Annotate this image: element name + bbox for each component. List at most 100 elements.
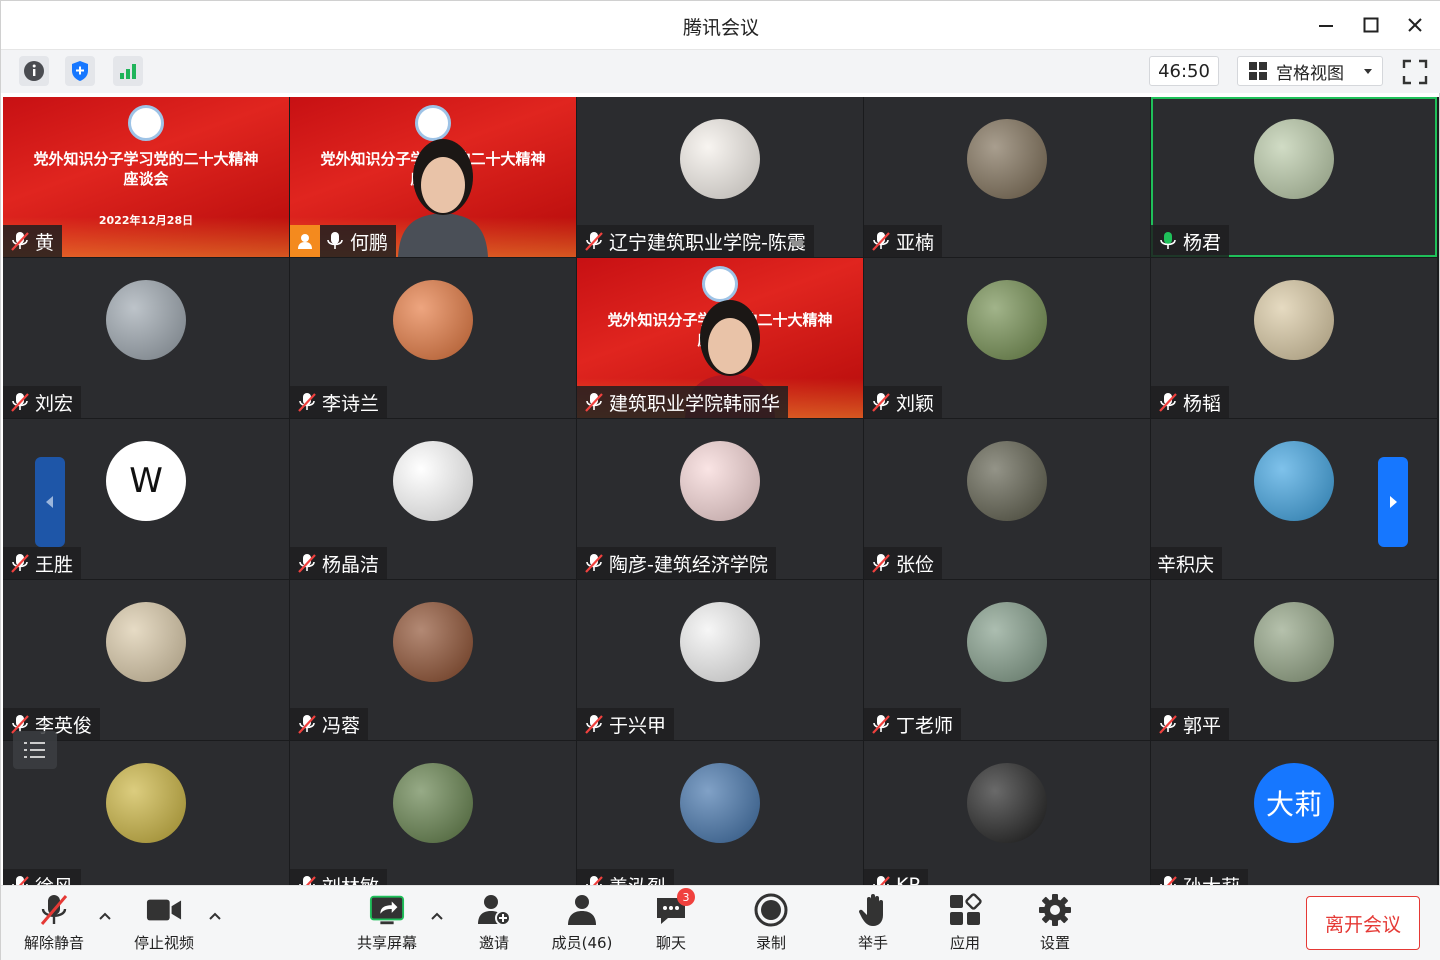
banner-title-line2: 座谈会 [123,170,169,188]
security-shield-icon[interactable] [65,56,95,86]
participant-tile[interactable]: 冯蓉 [290,580,576,740]
participant-avatar [1254,119,1334,199]
participant-tile[interactable]: 李诗兰 [290,258,576,418]
participant-tile[interactable]: 郭平 [1151,580,1437,740]
participant-tile[interactable]: 姜泓烈 [577,741,863,885]
participant-tile[interactable]: 于兴甲 [577,580,863,740]
members-icon [564,892,600,928]
participant-tile[interactable]: 党外知识分子学习党的二十大精神座谈会何鹏 [290,97,576,257]
mic-muted-icon [872,232,890,251]
participant-name: 刘颖 [896,392,935,415]
participant-name-tag: 于兴甲 [577,708,675,740]
view-mode-selector[interactable]: 宫格视图 [1237,56,1383,86]
chevron-up-icon [99,912,111,920]
mic-muted-icon [585,554,603,573]
meeting-timer: 46:50 [1149,56,1219,86]
participant-name: 陶彦-建筑经济学院 [609,553,768,576]
video-camera-icon [146,892,182,928]
participant-tile[interactable]: 党外知识分子学习党的二十大精神座谈会2022年12月28日黄 [3,97,289,257]
chat-unread-badge: 3 [677,888,695,906]
participant-name: 张俭 [896,553,935,576]
share-screen-label: 共享屏幕 [356,934,417,952]
participant-tile[interactable]: 党外知识分子学习党的二十大精神座谈会建筑职业学院韩丽华 [577,258,863,418]
chevron-up-icon [209,912,221,920]
mic-muted-icon [11,554,29,573]
maximize-button[interactable] [1356,11,1386,39]
participant-name-tag: KP [864,869,928,885]
participant-avatar [1254,280,1334,360]
mic-muted-icon [11,232,29,251]
participant-avatar [393,280,473,360]
participant-name: 何鹏 [350,231,389,254]
members-button[interactable]: 成员(46) [542,892,622,953]
unmute-button[interactable]: 解除静音 [14,892,94,953]
apps-button[interactable]: 应用 [925,892,1005,953]
participant-name-tag: 建筑职业学院韩丽华 [577,386,789,418]
participant-tile[interactable]: 杨韬 [1151,258,1437,418]
participant-name-tag: 王胜 [3,547,82,579]
prev-page-button[interactable] [35,457,65,547]
participant-name-tag: 黄 [3,225,63,257]
invite-button[interactable]: 邀请 [454,892,534,953]
stop-video-button[interactable]: 停止视频 [124,892,204,953]
participant-name: 杨君 [1183,231,1222,254]
fullscreen-button[interactable] [1401,58,1429,86]
participant-name-tag: 辛积庆 [1151,547,1223,579]
chat-bubble-icon: 3 [653,888,695,928]
participant-avatar [967,119,1047,199]
record-label: 录制 [755,934,786,952]
minimize-button[interactable] [1311,11,1341,39]
gear-icon [1037,892,1073,928]
participant-tile[interactable]: 陶彦-建筑经济学院 [577,419,863,579]
participant-tile[interactable]: 张俭 [864,419,1150,579]
participant-list-toggle[interactable] [13,731,57,769]
next-page-button[interactable] [1378,457,1408,547]
participant-tile[interactable]: 丁老师 [864,580,1150,740]
chat-button[interactable]: 3 聊天 [631,888,711,953]
info-icon[interactable] [19,56,49,86]
participant-tile[interactable]: 刘颖 [864,258,1150,418]
participant-tile[interactable]: 杨晶洁 [290,419,576,579]
signal-strength-icon[interactable] [113,56,143,86]
participant-tile[interactable]: 辽宁建筑职业学院-陈震 [577,97,863,257]
participant-tile[interactable]: 杨君 [1151,97,1437,257]
share-screen-button[interactable]: 共享屏幕 [347,892,427,953]
participant-tile[interactable]: 刘林敏 [290,741,576,885]
participant-avatar [680,763,760,843]
invite-label: 邀请 [478,934,509,952]
close-button[interactable] [1400,11,1430,39]
participant-tile[interactable]: 刘宏 [3,258,289,418]
raise-hand-button[interactable]: 举手 [833,892,913,953]
participant-avatar: 大莉 [1254,763,1334,843]
leave-meeting-button[interactable]: 离开会议 [1306,896,1420,950]
participant-tile[interactable]: 亚楠 [864,97,1150,257]
video-options-caret[interactable] [205,906,225,926]
participant-avatar [680,602,760,682]
participant-name: 丁老师 [896,714,954,737]
participant-name: 徐风 [35,872,73,886]
raise-hand-label: 举手 [857,934,888,952]
audio-options-caret[interactable] [95,906,115,926]
list-icon [24,742,45,758]
participant-name-tag: 杨韬 [1151,386,1230,418]
participant-name: 孙大莉 [1183,872,1240,886]
participant-name: 黄 [35,231,55,254]
participant-tile[interactable]: KP [864,741,1150,885]
video-grid: 党外知识分子学习党的二十大精神座谈会2022年12月28日黄党外知识分子学习党的… [3,97,1439,885]
record-icon [753,892,789,928]
control-bar: 解除静音 停止视频 共享屏幕 邀请 成员(46) 3 聊天 录制 举手 应用 设… [1,885,1440,960]
settings-button[interactable]: 设置 [1015,892,1095,953]
participant-tile[interactable]: 大莉孙大莉 [1151,741,1437,885]
participant-avatar [106,280,186,360]
record-button[interactable]: 录制 [731,892,811,953]
members-label: 成员(46) [551,934,613,952]
share-options-caret[interactable] [427,906,447,926]
participant-name-tag: 孙大莉 [1151,869,1249,886]
chevron-up-icon [431,912,443,920]
participant-avatar [680,441,760,521]
participant-name-tag: 杨君 [1151,225,1230,257]
mic-muted-icon [298,393,316,412]
participant-avatar [1254,441,1334,521]
participant-tile[interactable]: 李英俊 [3,580,289,740]
participant-avatar [967,280,1047,360]
